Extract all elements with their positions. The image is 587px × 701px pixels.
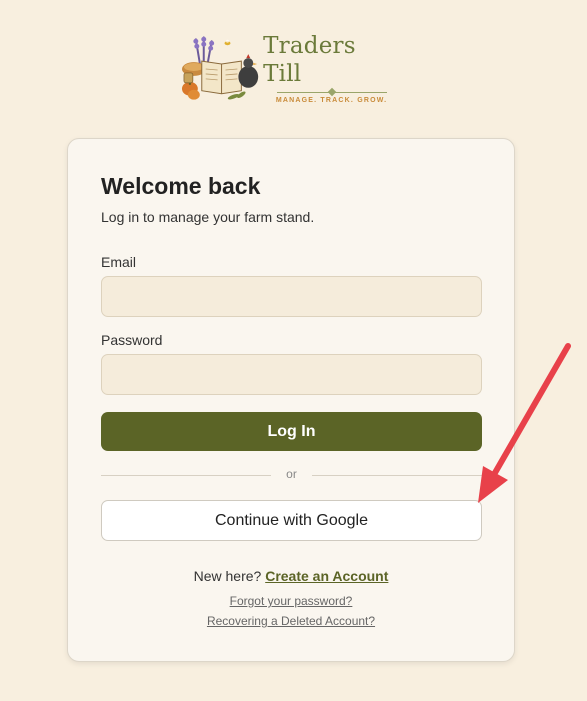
- brand-name: Traders Till: [263, 33, 356, 87]
- password-field[interactable]: [101, 354, 482, 395]
- login-button[interactable]: Log In: [101, 412, 482, 451]
- google-signin-button[interactable]: Continue with Google: [101, 500, 482, 541]
- page-title: Welcome back: [101, 173, 261, 199]
- password-label: Password: [101, 332, 163, 348]
- or-divider: or: [101, 467, 482, 483]
- farm-illustration-icon: [181, 36, 259, 100]
- forgot-password-link[interactable]: Forgot your password?: [68, 594, 514, 608]
- brand-logo: Traders Till MANAGE. TRACK. GROW.: [180, 32, 400, 104]
- page-subtitle: Log in to manage your farm stand.: [101, 209, 315, 225]
- brand-text: Traders Till MANAGE. TRACK. GROW.: [263, 32, 400, 104]
- recover-account-link[interactable]: Recovering a Deleted Account?: [68, 614, 514, 628]
- brand-tagline: MANAGE. TRACK. GROW.: [275, 97, 388, 104]
- red-arrow-icon: [478, 343, 571, 503]
- login-card: Welcome back Log in to manage your farm …: [67, 138, 515, 662]
- divider-line-right: [312, 475, 482, 476]
- email-field[interactable]: [101, 276, 482, 317]
- signup-prompt: New here? Create an Account: [68, 568, 514, 584]
- create-account-link[interactable]: Create an Account: [265, 568, 388, 584]
- email-label: Email: [101, 254, 137, 270]
- new-here-text: New here?: [193, 568, 262, 584]
- brand-divider: [276, 89, 387, 95]
- divider-text: or: [286, 467, 297, 481]
